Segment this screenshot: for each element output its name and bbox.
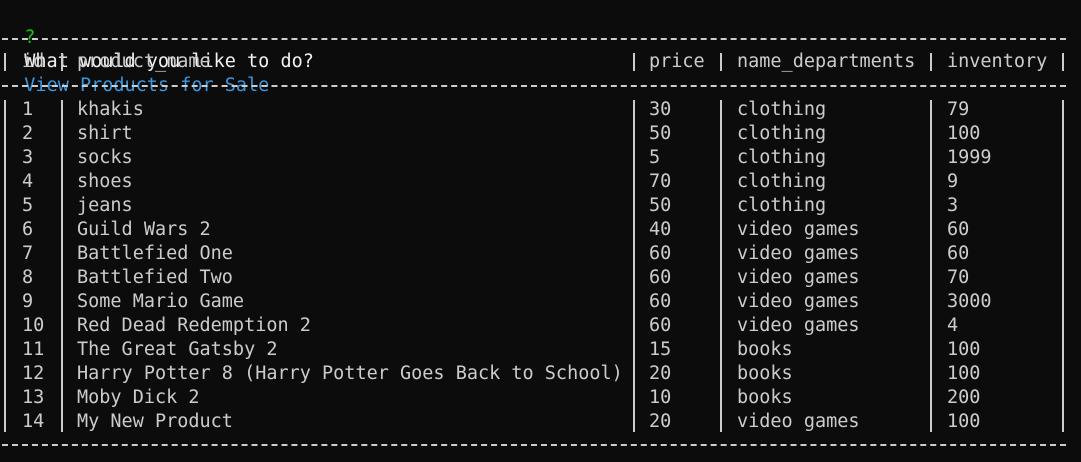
table-cell-id: 9 — [22, 291, 34, 312]
table-cell-id: 12 — [22, 363, 45, 384]
table-cell-product-name: shoes — [77, 171, 133, 192]
table-cell-product-name: khakis — [77, 99, 144, 120]
column-separator — [61, 53, 63, 71]
table-cell-product-name: jeans — [77, 195, 133, 216]
table-cell-product-name: socks — [77, 147, 133, 168]
table-cell-inventory: 79 — [947, 99, 970, 120]
table-cell-product-name: Red Dead Redemption 2 — [77, 315, 311, 336]
column-separator — [1062, 100, 1064, 432]
table-cell-price: 60 — [649, 243, 672, 264]
table-cell-id: 10 — [22, 315, 45, 336]
table-cell-inventory: 4 — [947, 315, 959, 336]
table-cell-name-departments: video games — [737, 243, 860, 264]
table-cell-name-departments: video games — [737, 315, 860, 336]
table-cell-id: 5 — [22, 195, 34, 216]
table-cell-id: 13 — [22, 387, 45, 408]
column-header-name-departments: name_departments — [737, 51, 916, 72]
column-separator — [633, 100, 635, 432]
table-border-dashed — [2, 38, 1066, 40]
table-cell-name-departments: clothing — [737, 99, 827, 120]
column-header-id: id — [22, 51, 45, 72]
table-cell-price: 60 — [649, 267, 672, 288]
table-cell-product-name: Battlefied One — [77, 243, 233, 264]
table-cell-product-name: shirt — [77, 123, 133, 144]
table-cell-product-name: Moby Dick 2 — [77, 387, 200, 408]
table-cell-product-name: Battlefied Two — [77, 267, 233, 288]
table-cell-price: 60 — [649, 315, 672, 336]
table-cell-product-name: Some Mario Game — [77, 291, 245, 312]
table-cell-inventory: 60 — [947, 243, 970, 264]
column-header-product-name: product_name — [77, 51, 211, 72]
table-cell-id: 14 — [22, 411, 45, 432]
table-cell-id: 8 — [22, 267, 34, 288]
table-cell-inventory: 3000 — [947, 291, 992, 312]
table-cell-price: 50 — [649, 123, 672, 144]
table-cell-price: 50 — [649, 195, 672, 216]
table-cell-name-departments: clothing — [737, 123, 827, 144]
table-cell-price: 10 — [649, 387, 672, 408]
table-cell-inventory: 1999 — [947, 147, 992, 168]
table-cell-price: 70 — [649, 171, 672, 192]
table-cell-inventory: 3 — [947, 195, 959, 216]
table-cell-id: 1 — [22, 99, 34, 120]
column-separator — [930, 100, 932, 432]
table-cell-name-departments: video games — [737, 267, 860, 288]
column-separator — [1062, 53, 1064, 71]
table-cell-price: 15 — [649, 339, 672, 360]
table-border-dashed — [2, 85, 1066, 87]
table-cell-inventory: 9 — [947, 171, 959, 192]
table-cell-id: 2 — [22, 123, 34, 144]
table-cell-inventory: 70 — [947, 267, 970, 288]
column-separator — [4, 53, 6, 71]
table-cell-product-name: Guild Wars 2 — [77, 219, 211, 240]
table-cell-id: 11 — [22, 339, 45, 360]
table-cell-price: 20 — [649, 411, 672, 432]
column-separator — [720, 53, 722, 71]
table-cell-id: 7 — [22, 243, 34, 264]
table-cell-product-name: Harry Potter 8 (Harry Potter Goes Back t… — [77, 363, 623, 384]
table-cell-name-departments: video games — [737, 291, 860, 312]
column-header-price: price — [649, 51, 705, 72]
table-cell-inventory: 100 — [947, 411, 981, 432]
table-cell-name-departments: clothing — [737, 147, 827, 168]
table-cell-product-name: My New Product — [77, 411, 233, 432]
table-cell-id: 3 — [22, 147, 34, 168]
table-cell-id: 6 — [22, 219, 34, 240]
table-cell-price: 30 — [649, 99, 672, 120]
table-cell-name-departments: video games — [737, 411, 860, 432]
table-cell-name-departments: clothing — [737, 195, 827, 216]
table-cell-inventory: 100 — [947, 339, 981, 360]
column-separator — [930, 53, 932, 71]
column-separator — [4, 100, 6, 432]
table-cell-name-departments: books — [737, 339, 793, 360]
table-cell-name-departments: books — [737, 363, 793, 384]
table-cell-price: 5 — [649, 147, 661, 168]
table-cell-name-departments: video games — [737, 219, 860, 240]
table-cell-inventory: 200 — [947, 387, 981, 408]
table-cell-inventory: 60 — [947, 219, 970, 240]
table-cell-id: 4 — [22, 171, 34, 192]
table-cell-price: 60 — [649, 291, 672, 312]
column-header-inventory: inventory — [947, 51, 1048, 72]
column-separator — [61, 100, 63, 432]
table-cell-inventory: 100 — [947, 123, 981, 144]
column-separator — [720, 100, 722, 432]
table-cell-price: 20 — [649, 363, 672, 384]
cli-prompt: ? What would you like to do? View Produc… — [2, 2, 314, 96]
table-cell-product-name: The Great Gatsby 2 — [77, 339, 278, 360]
table-border-dashed — [2, 444, 1066, 446]
table-cell-name-departments: clothing — [737, 171, 827, 192]
table-cell-inventory: 100 — [947, 363, 981, 384]
table-cell-price: 40 — [649, 219, 672, 240]
table-cell-name-departments: books — [737, 387, 793, 408]
column-separator — [633, 53, 635, 71]
